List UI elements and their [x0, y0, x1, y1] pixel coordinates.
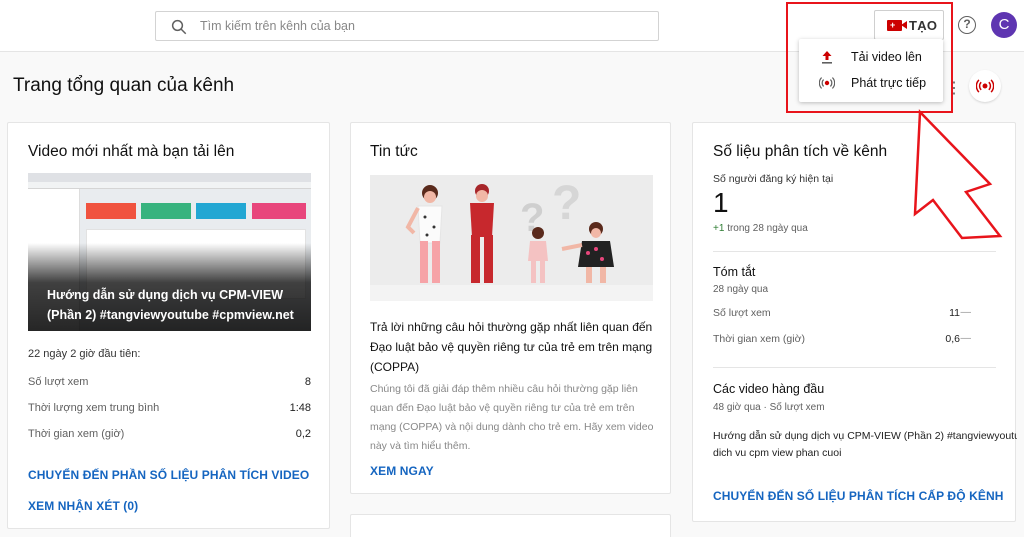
- top-videos-meta: 48 giờ qua · Số lượt xem: [713, 402, 825, 413]
- card-heading: Video mới nhất mà bạn tải lên: [28, 143, 235, 160]
- annotation-highlight-box: [786, 2, 953, 113]
- stat-row: Thời gian xem (giờ) 0,2: [28, 428, 311, 440]
- stat-row: Số lượt xem 8: [28, 376, 311, 388]
- trend-dash-icon: —: [960, 332, 972, 344]
- video-analytics-link[interactable]: CHUYỂN ĐẾN PHẦN SỐ LIỆU PHÂN TÍCH VIDEO: [28, 468, 309, 482]
- card-heading: Số liệu phân tích về kênh: [713, 143, 888, 160]
- stat-row: Thời lượng xem trung bình 1:48: [28, 402, 311, 414]
- live-icon: [976, 79, 994, 93]
- summary-row: Thời gian xem (giờ) 0,6—: [713, 332, 971, 345]
- stats-period: 22 ngày 2 giờ đầu tiên:: [28, 348, 141, 360]
- page-title: Trang tổng quan của kênh: [13, 75, 235, 96]
- watch-now-link[interactable]: XEM NGAY: [370, 464, 434, 478]
- help-icon[interactable]: ?: [958, 16, 976, 34]
- video-thumbnail[interactable]: Hướng dẫn sử dụng dịch vụ CPM-VIEW (Phần…: [28, 173, 311, 331]
- search-box[interactable]: [155, 11, 659, 41]
- subscribers-change-period: trong 28 ngày qua: [727, 223, 808, 234]
- summary-heading: Tóm tắt: [713, 265, 756, 279]
- news-body: Chúng tôi đã giải đáp thêm nhiều câu hỏi…: [370, 383, 654, 452]
- top-video-item[interactable]: dich vu cpm view phan cuoi: [713, 442, 1017, 465]
- subscribers-label: Số người đăng ký hiện tại: [713, 173, 834, 185]
- news-card: Tin tức ? ? Trả lời những câu hỏi thường…: [350, 122, 671, 494]
- subscribers-change-row: +1 trong 28 ngày qua: [713, 223, 808, 234]
- news-illustration: ? ?: [370, 175, 653, 301]
- top-videos-heading: Các video hàng đầu: [713, 382, 825, 396]
- more-options-icon[interactable]: ⋮: [946, 78, 962, 98]
- go-live-button[interactable]: [969, 70, 1001, 102]
- video-title: Hướng dẫn sử dụng dịch vụ CPM-VIEW (Phần…: [47, 288, 294, 322]
- news-title[interactable]: Trả lời những câu hỏi thường gặp nhất li…: [370, 317, 655, 377]
- avatar[interactable]: C: [991, 12, 1017, 38]
- divider: [713, 367, 996, 368]
- subscribers-change: +1: [713, 223, 725, 234]
- view-comments-link[interactable]: XEM NHẬN XÉT (0): [28, 499, 138, 513]
- search-icon: [171, 19, 187, 35]
- divider: [713, 251, 996, 252]
- channel-analytics-card: Số liệu phân tích về kênh Số người đăng …: [692, 122, 1017, 522]
- channel-analytics-link[interactable]: CHUYỂN ĐẾN SỐ LIỆU PHÂN TÍCH CẤP ĐỘ KÊNH: [713, 489, 1003, 503]
- search-input[interactable]: [200, 15, 640, 37]
- card-heading: Tin tức: [370, 143, 418, 160]
- subscribers-count: 1: [713, 187, 729, 218]
- next-card: [350, 514, 671, 537]
- summary-period: 28 ngày qua: [713, 284, 769, 295]
- summary-row: Số lượt xem 11—: [713, 306, 971, 319]
- svg-text:?: ?: [552, 177, 581, 230]
- trend-dash-icon: —: [960, 306, 972, 318]
- latest-video-card: Video mới nhất mà bạn tải lên Hướng dẫn …: [7, 122, 330, 529]
